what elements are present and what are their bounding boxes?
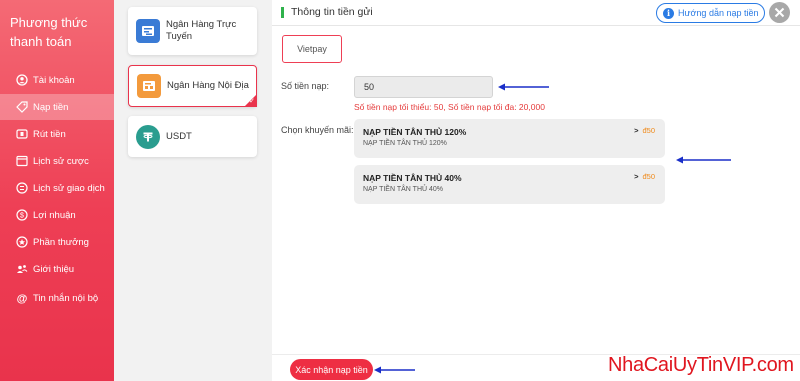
confirm-deposit-button[interactable]: Xác nhận nạp tiền <box>290 359 373 380</box>
amount-label: Số tiền nạp: <box>281 81 330 91</box>
guide-label: Hướng dẫn nạp tiền <box>678 8 759 18</box>
sidebar-item-label: Tài khoản <box>33 74 75 86</box>
sidebar-item-withdraw[interactable]: Rút tiền <box>0 121 114 147</box>
profit-icon: $ <box>16 209 28 221</box>
method-label: Ngân Hàng Trực Tuyến <box>166 19 237 42</box>
sidebar-item-label: Nạp tiền <box>33 101 69 113</box>
promo-title: NẠP TIỀN TÂN THỦ 120% <box>363 127 467 137</box>
check-icon: ✓ <box>249 98 255 105</box>
promo-subtitle: NẠP TIỀN TÂN THỦ 40% <box>363 186 444 193</box>
amount-input[interactable] <box>354 76 493 98</box>
promo-option-40[interactable]: NẠP TIỀN TÂN THỦ 40% NẠP TIỀN TÂN THỦ 40… <box>354 165 665 204</box>
page-title: Thông tin tiền gửi <box>291 6 373 18</box>
online-bank-icon <box>136 19 160 43</box>
close-button[interactable] <box>769 2 790 23</box>
sidebar-item-referral[interactable]: Giới thiệu <box>0 256 114 282</box>
sidebar-title: Phương thức thanh toán <box>10 15 88 49</box>
message-icon: @ <box>16 292 28 304</box>
method-online-bank[interactable]: Ngân Hàng Trực Tuyến <box>128 7 257 55</box>
header-accent-bar <box>281 7 284 18</box>
sidebar-item-label: Lịch sử giao dịch <box>33 182 105 194</box>
sidebar-item-label: Phần thưởng <box>33 236 89 248</box>
reward-icon <box>16 236 28 248</box>
sidebar-item-label: Rút tiền <box>33 128 66 140</box>
promo-amount-badge: > đ50 <box>634 172 655 181</box>
deposit-guide-button[interactable]: i Hướng dẫn nạp tiền <box>656 3 765 23</box>
promo-subtitle: NẠP TIỀN TÂN THỦ 120% <box>363 140 447 147</box>
amount-limits-hint: Số tiền nạp tối thiểu: 50, Số tiền nạp t… <box>354 102 545 112</box>
referral-icon <box>16 263 28 275</box>
close-icon <box>774 7 785 18</box>
sidebar-item-deposit[interactable]: Nạp tiền <box>0 94 114 120</box>
deposit-panel: Thông tin tiền gửi i Hướng dẫn nạp tiền … <box>272 0 800 381</box>
annotation-arrow-icon <box>498 83 549 91</box>
promo-option-120[interactable]: NẠP TIỀN TÂN THỦ 120% NẠP TIỀN TÂN THỦ 1… <box>354 119 665 158</box>
sidebar-item-label: Lợi nhuận <box>33 209 76 221</box>
sidebar-item-account[interactable]: Tài khoản <box>0 67 114 93</box>
sidebar-item-label: Tin nhắn nội bộ <box>33 292 99 304</box>
info-icon: i <box>663 7 674 19</box>
payment-methods-panel: Ngân Hàng Trực Tuyến Ngân Hàng Nội Địa ✓… <box>114 0 272 381</box>
svg-text:$: $ <box>20 213 24 220</box>
sidebar-item-label: Giới thiệu <box>33 263 75 275</box>
promo-amount: đ50 <box>642 172 655 181</box>
method-label: Ngân Hàng Nội Địa <box>167 80 249 91</box>
usdt-icon <box>136 124 160 149</box>
method-domestic-bank[interactable]: Ngân Hàng Nội Địa ✓ <box>128 65 257 107</box>
sidebar-item-reward[interactable]: Phần thưởng <box>0 229 114 255</box>
sidebar-item-label: Lịch sử cược <box>33 155 89 167</box>
chevron-right-icon: > <box>634 172 639 181</box>
svg-text:@: @ <box>17 293 28 304</box>
method-label: USDT <box>166 130 192 142</box>
bet-history-icon <box>16 155 28 167</box>
domestic-bank-icon <box>137 74 161 98</box>
method-usdt[interactable]: USDT <box>128 116 257 157</box>
annotation-arrow-icon <box>374 366 415 374</box>
annotation-arrow-icon <box>676 156 731 164</box>
panel-header: Thông tin tiền gửi i Hướng dẫn nạp tiền <box>272 0 800 26</box>
transaction-history-icon <box>16 182 28 194</box>
sidebar-item-profit[interactable]: $ Lợi nhuận <box>0 202 114 228</box>
sidebar-item-transaction-history[interactable]: Lịch sử giao dịch <box>0 175 114 201</box>
promo-amount: đ50 <box>642 126 655 135</box>
promo-title: NẠP TIỀN TÂN THỦ 40% <box>363 173 462 183</box>
chevron-right-icon: > <box>634 126 639 135</box>
withdraw-icon <box>16 128 28 140</box>
account-icon <box>16 74 28 86</box>
deposit-icon <box>16 101 28 113</box>
promo-amount-badge: > đ50 <box>634 126 655 135</box>
promo-label: Chọn khuyến mãi: <box>281 125 354 135</box>
sidebar-item-messages[interactable]: @ Tin nhắn nội bộ <box>0 285 114 311</box>
sidebar-item-bet-history[interactable]: Lịch sử cược <box>0 148 114 174</box>
watermark: NhaCaiUyTinVIP.com <box>608 354 794 376</box>
channel-vietpay-button[interactable]: Vietpay <box>282 35 342 63</box>
sidebar: Phương thức thanh toán Tài khoản Nạp tiề… <box>0 0 114 381</box>
